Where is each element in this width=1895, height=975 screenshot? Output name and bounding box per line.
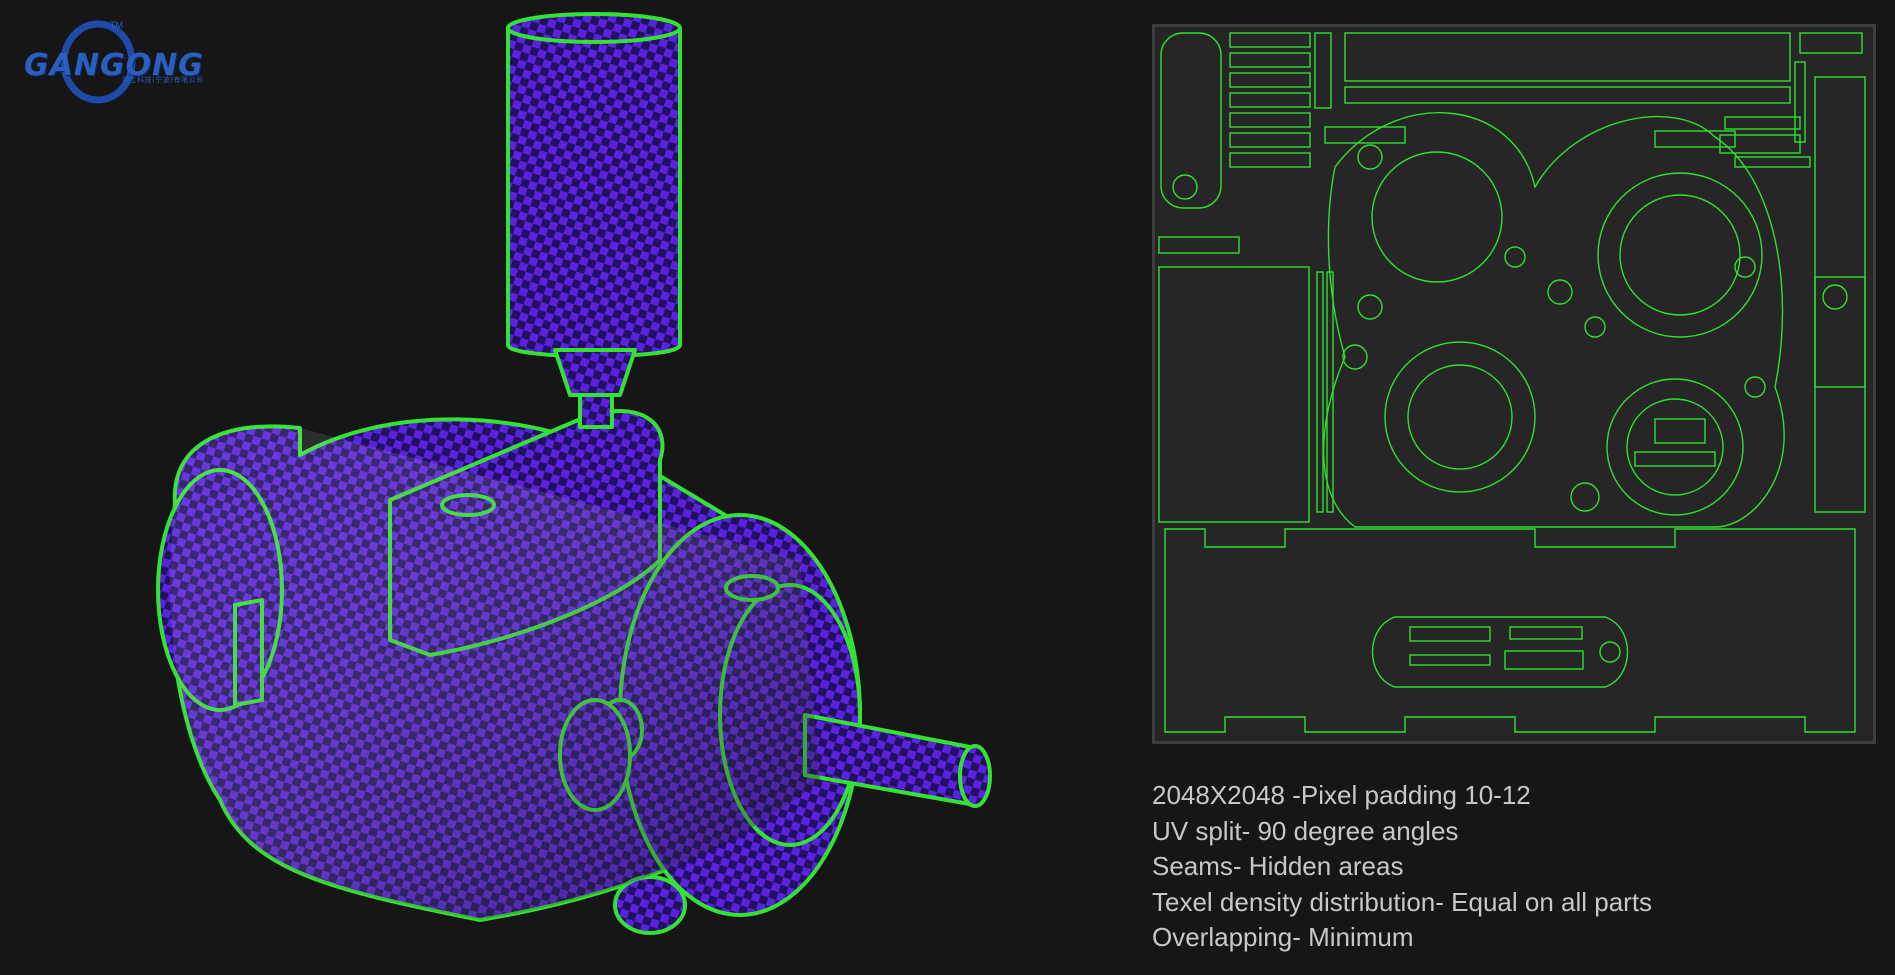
note-overlapping: Overlapping- Minimum <box>1152 922 1414 952</box>
top-cylinder-cap <box>506 12 682 44</box>
uv-island-capsule <box>1160 32 1222 209</box>
cylinder-neck <box>553 348 637 397</box>
note-resolution: 2048X2048 -Pixel padding 10-12 <box>1152 780 1531 810</box>
shaft-end <box>958 744 992 808</box>
top-cylinder <box>506 26 682 359</box>
model-render <box>156 12 992 935</box>
uv-spec-notes: 2048X2048 -Pixel padding 10-12 UV split-… <box>1152 778 1852 956</box>
note-texel-density: Texel density distribution- Equal on all… <box>1152 886 1653 917</box>
bottom-lug <box>613 875 687 935</box>
cylinder-stem <box>578 393 614 429</box>
note-uv-split: UV split- 90 degree angles <box>1152 815 1459 846</box>
uv-map <box>1158 32 1866 733</box>
uv-layout-panel <box>1152 24 1876 744</box>
note-seams: Seams- Hidden areas <box>1152 851 1404 881</box>
